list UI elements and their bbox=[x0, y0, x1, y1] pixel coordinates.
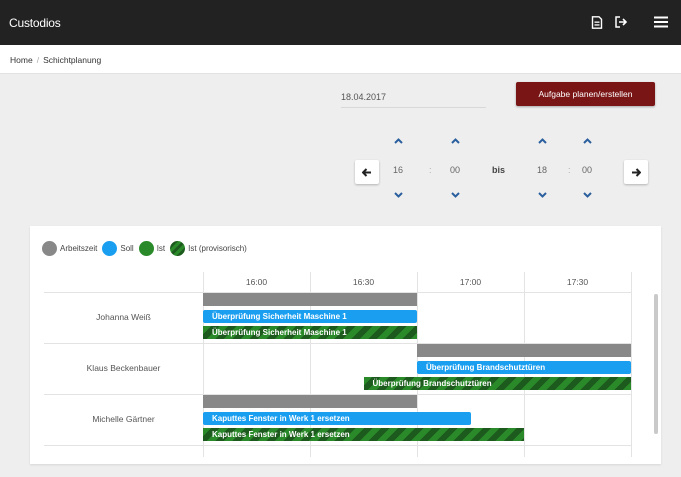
breadcrumb-current: Schichtplanung bbox=[43, 55, 102, 65]
to-hour-value[interactable]: 18 bbox=[532, 165, 552, 175]
legend-item-ist-provisorisch: Ist (provisorisch) bbox=[170, 240, 247, 256]
legend-label: Soll bbox=[120, 243, 134, 253]
soll-task-bar[interactable]: Überprüfung Brandschutztüren bbox=[417, 361, 631, 374]
schedule-scrollbar[interactable] bbox=[654, 294, 658, 434]
time-column-header: 17:00 bbox=[459, 277, 482, 287]
sign-out-icon[interactable] bbox=[612, 13, 630, 31]
soll-task-bar[interactable]: Kaputtes Fenster in Werk 1 ersetzen bbox=[203, 412, 471, 425]
person-name: Michelle Gärtner bbox=[92, 414, 155, 424]
from-hour-up-icon[interactable] bbox=[391, 135, 405, 147]
ist-task-bar[interactable]: Kaputtes Fenster in Werk 1 ersetzen bbox=[203, 428, 524, 441]
time-column-header: 16:30 bbox=[352, 277, 375, 287]
legend-label: Arbeitszeit bbox=[60, 243, 98, 253]
date-input[interactable]: 18.04.2017 bbox=[341, 88, 486, 108]
time-column-header: 17:30 bbox=[566, 277, 589, 287]
arbeitszeit-bar[interactable] bbox=[203, 293, 417, 306]
breadcrumb: Home / Schichtplanung bbox=[10, 55, 101, 65]
legend-dot-soll bbox=[102, 240, 118, 256]
top-navbar: Custodios bbox=[0, 0, 681, 45]
time-column-header: 16:00 bbox=[245, 277, 268, 287]
legend-label: Ist (provisorisch) bbox=[188, 243, 247, 253]
soll-task-bar[interactable]: Überprüfung Sicherheit Maschine 1 bbox=[203, 310, 417, 323]
legend: Arbeitszeit Soll Ist Ist (provisorisch) bbox=[42, 240, 252, 256]
from-minute-down-icon[interactable] bbox=[448, 189, 462, 201]
person-name: Johanna Weiß bbox=[96, 312, 151, 322]
grid-column-line bbox=[631, 272, 632, 457]
arbeitszeit-bar[interactable] bbox=[417, 344, 631, 357]
from-hour-down-icon[interactable] bbox=[391, 189, 405, 201]
breadcrumb-separator: / bbox=[36, 55, 40, 65]
breadcrumb-home-link[interactable]: Home bbox=[10, 55, 33, 65]
to-hour-up-icon[interactable] bbox=[535, 135, 549, 147]
legend-dot-ist-provisorisch bbox=[170, 240, 186, 256]
to-hour-down-icon[interactable] bbox=[535, 189, 549, 201]
menu-icon[interactable] bbox=[652, 13, 670, 31]
arrow-left-icon bbox=[362, 167, 371, 177]
legend-dot-arbeitszeit bbox=[42, 240, 57, 256]
legend-label: Ist bbox=[156, 243, 166, 253]
schedule-panel: Arbeitszeit Soll Ist Ist (provisorisch) … bbox=[30, 226, 661, 464]
from-minute-up-icon[interactable] bbox=[448, 135, 462, 147]
bis-label: bis bbox=[492, 165, 506, 175]
next-day-button[interactable] bbox=[624, 160, 648, 184]
app-title[interactable]: Custodios bbox=[9, 16, 61, 30]
grid-row-line bbox=[44, 445, 631, 446]
schedule-grid: 16:00 16:30 17:00 17:30 Johanna Weiß Überprüf… bbox=[44, 272, 647, 457]
from-time-colon: : bbox=[429, 165, 432, 175]
main-content: 18.04.2017 Aufgabe planen/erstellen 16 :… bbox=[0, 74, 681, 477]
document-icon[interactable] bbox=[588, 13, 606, 31]
legend-item-soll: Soll bbox=[102, 240, 134, 256]
arbeitszeit-bar[interactable] bbox=[203, 395, 417, 408]
to-minute-up-icon[interactable] bbox=[580, 135, 594, 147]
person-name: Klaus Beckenbauer bbox=[86, 363, 161, 373]
to-minute-down-icon[interactable] bbox=[580, 189, 594, 201]
arrow-right-icon bbox=[632, 167, 641, 177]
legend-item-arbeitszeit: Arbeitszeit bbox=[42, 240, 98, 256]
create-task-button[interactable]: Aufgabe planen/erstellen bbox=[516, 82, 655, 106]
ist-task-bar[interactable]: Überprüfung Sicherheit Maschine 1 bbox=[203, 326, 417, 339]
to-minute-value[interactable]: 00 bbox=[577, 165, 597, 175]
to-time-colon: : bbox=[568, 165, 571, 175]
breadcrumb-bar: Home / Schichtplanung bbox=[0, 45, 681, 74]
from-hour-value[interactable]: 16 bbox=[388, 165, 408, 175]
legend-dot-ist bbox=[138, 240, 154, 256]
from-minute-value[interactable]: 00 bbox=[445, 165, 465, 175]
ist-task-bar[interactable]: Überprüfung Brandschutztüren bbox=[363, 377, 631, 390]
legend-item-ist: Ist bbox=[138, 240, 166, 256]
previous-day-button[interactable] bbox=[355, 160, 379, 184]
